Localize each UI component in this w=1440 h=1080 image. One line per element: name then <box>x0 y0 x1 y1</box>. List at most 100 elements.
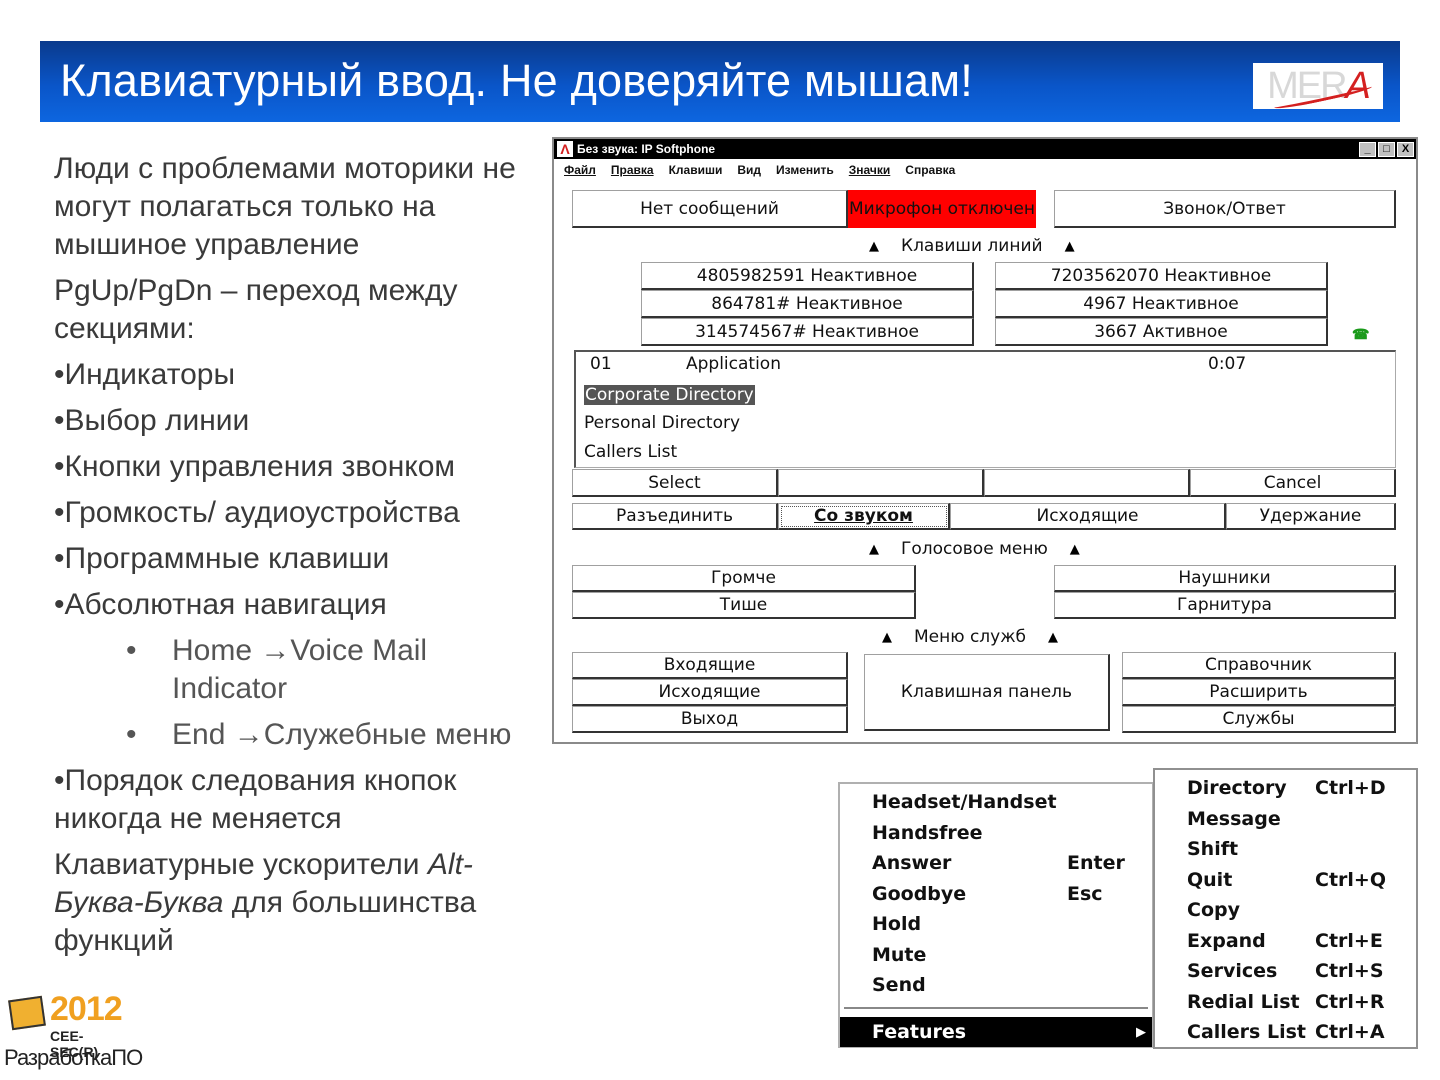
up-arrow-icon: ▲ <box>1064 238 1075 254</box>
app-icon: Λ <box>557 141 573 157</box>
close-button[interactable]: X <box>1397 141 1414 157</box>
conference-logo: 2012 CEE-SEC(R) РазработкаПО <box>4 990 143 1075</box>
chair-icon <box>8 995 46 1031</box>
sub-bullet-home: • Home →Voice Mail Indicator <box>126 634 428 705</box>
paragraph-pgup: PgUp/PgDn – переход между секциями: <box>54 274 458 345</box>
menu-item-handsfree[interactable]: Handsfree <box>872 818 983 848</box>
submenu-arrow-icon: ▶ <box>1136 1024 1146 1040</box>
mera-logo: MERA <box>1253 63 1383 112</box>
display-item[interactable]: Callers List <box>584 442 677 462</box>
services-button[interactable]: Службы <box>1122 706 1396 733</box>
incoming-button[interactable]: Входящие <box>572 652 848 679</box>
conference-subtitle: РазработкаПО <box>4 1045 143 1070</box>
context-menu: Headset/Handset Handsfree Answer Enter Go… <box>838 782 1154 1048</box>
keypad-button[interactable]: Клавишная панель <box>864 654 1110 731</box>
menu-change[interactable]: Изменить <box>776 163 834 177</box>
menu-item-send[interactable]: Send <box>872 970 926 1000</box>
menu-item-directory[interactable]: Directory Ctrl+D <box>1187 773 1386 803</box>
minimize-button[interactable]: _ <box>1359 141 1376 157</box>
headphones-button[interactable]: Наушники <box>1054 565 1396 592</box>
softphone-window: Λ Без звука: IP Softphone _ □ X Файл Пра… <box>552 137 1418 744</box>
line-key[interactable]: 314574567# Неактивное <box>641 318 974 346</box>
messages-indicator[interactable]: Нет сообщений <box>572 190 848 228</box>
line-key[interactable]: 4967 Неактивное <box>995 290 1328 318</box>
menu-item-quit[interactable]: Quit Ctrl+Q <box>1187 865 1386 895</box>
bullet-call-buttons: •Кнопки управления звонком <box>54 450 456 483</box>
menu-item-features[interactable]: Features ▶ <box>840 1017 1152 1047</box>
bullet-volume: •Громкость/ аудиоустройства <box>54 496 460 529</box>
bullet-softkeys: •Программные клавиши <box>54 542 390 575</box>
menu-item-mute[interactable]: Mute <box>872 940 926 970</box>
softkey-select[interactable]: Select <box>572 469 778 497</box>
services-menu-header: ▲ Меню служб ▲ <box>882 627 1059 647</box>
softkey-cancel[interactable]: Cancel <box>1190 469 1396 497</box>
title-banner: Клавиатурный ввод. Не доверяйте мышам! M… <box>40 41 1400 122</box>
menu-item-message[interactable]: Message <box>1187 804 1281 834</box>
slide-body: Люди с проблемами моторики не могут пола… <box>54 150 534 968</box>
menu-item-callers-list[interactable]: Callers List Ctrl+A <box>1187 1017 1385 1047</box>
bullet-order: •Порядок следования кнопок никогда не ме… <box>54 764 457 835</box>
line-key-active[interactable]: 3667 Активное <box>995 318 1328 346</box>
sub-bullet-end: • End →Служебные меню <box>126 718 512 751</box>
line-key[interactable]: 4805982591 Неактивное <box>641 262 974 290</box>
menu-view[interactable]: Вид <box>737 163 761 177</box>
up-arrow-icon: ▲ <box>1069 541 1080 557</box>
window-title: Без звука: IP Softphone <box>577 142 716 156</box>
bullet-indicators: •Индикаторы <box>54 358 236 391</box>
line-keys-header: ▲ Клавиши линий ▲ <box>869 236 1075 256</box>
menu-separator <box>844 1007 1148 1009</box>
disconnect-button[interactable]: Разъединить <box>572 503 778 530</box>
menu-item-answer[interactable]: Answer Enter <box>872 848 1125 878</box>
softkey-empty[interactable] <box>984 469 1190 497</box>
menu-item-copy[interactable]: Copy <box>1187 895 1240 925</box>
menu-item-headset-handset[interactable]: Headset/Handset <box>872 787 1057 817</box>
line-key[interactable]: 7203562070 Неактивное <box>995 262 1328 290</box>
headset-button[interactable]: Гарнитура <box>1054 592 1396 619</box>
menu-item-redial-list[interactable]: Redial List Ctrl+R <box>1187 987 1384 1017</box>
mic-muted-indicator[interactable]: Микрофон отключен <box>848 190 1036 228</box>
features-submenu: Directory Ctrl+D Message Shift Quit Ctrl+Q… <box>1153 768 1418 1049</box>
menu-icons[interactable]: Значки <box>849 163 891 177</box>
menu-item-goodbye[interactable]: Goodbye Esc <box>872 879 1103 909</box>
outgoing-log-button[interactable]: Исходящие <box>572 679 848 706</box>
bullet-abs-nav: •Абсолютная навигация <box>54 588 387 621</box>
voice-menu-header: ▲ Голосовое меню ▲ <box>869 539 1080 559</box>
menu-file[interactable]: Файл <box>564 163 596 177</box>
hold-button[interactable]: Удержание <box>1226 503 1396 530</box>
up-arrow-icon: ▲ <box>882 629 892 645</box>
volume-up-button[interactable]: Громче <box>572 565 916 592</box>
outgoing-button[interactable]: Исходящие <box>950 503 1226 530</box>
call-timer: 0:07 <box>1208 354 1247 374</box>
menu-bar: Файл Правка Клавиши Вид Изменить Значки … <box>554 159 1416 181</box>
line-number: 01 <box>590 354 612 374</box>
menu-keys[interactable]: Клавиши <box>669 163 723 177</box>
display-item[interactable]: Personal Directory <box>584 413 740 433</box>
application-label: Application <box>686 354 781 374</box>
menu-help[interactable]: Справка <box>905 163 955 177</box>
menu-item-hold[interactable]: Hold <box>872 909 921 939</box>
expand-button[interactable]: Расширить <box>1122 679 1396 706</box>
title-bar[interactable]: Λ Без звука: IP Softphone _ □ X <box>554 139 1416 159</box>
paragraph-accelerators: Клавиатурные ускорители Alt-Буква-Буква … <box>54 848 477 957</box>
softkey-empty[interactable] <box>778 469 984 497</box>
unmute-button[interactable]: Со звуком <box>778 503 950 530</box>
menu-item-expand[interactable]: Expand Ctrl+E <box>1187 926 1383 956</box>
menu-edit[interactable]: Правка <box>611 163 654 177</box>
call-display: 01 Application 0:07 Corporate Directory … <box>574 350 1396 468</box>
menu-item-shift[interactable]: Shift <box>1187 834 1238 864</box>
display-item-selected[interactable]: Corporate Directory <box>584 385 755 405</box>
phone-active-icon: ☎ <box>1352 326 1370 342</box>
volume-down-button[interactable]: Тише <box>572 592 916 619</box>
up-arrow-icon: ▲ <box>869 238 879 254</box>
exit-button[interactable]: Выход <box>572 706 848 733</box>
up-arrow-icon: ▲ <box>1048 629 1059 645</box>
directory-button[interactable]: Справочник <box>1122 652 1396 679</box>
slide-title: Клавиатурный ввод. Не доверяйте мышам! <box>60 55 974 106</box>
line-key[interactable]: 864781# Неактивное <box>641 290 974 318</box>
paragraph-motor: Люди с проблемами моторики не могут пола… <box>54 152 516 261</box>
bullet-line-select: •Выбор линии <box>54 404 250 437</box>
up-arrow-icon: ▲ <box>869 541 879 557</box>
menu-item-services[interactable]: Services Ctrl+S <box>1187 956 1384 986</box>
maximize-button[interactable]: □ <box>1378 141 1395 157</box>
call-answer-button[interactable]: Звонок/Ответ <box>1054 190 1396 228</box>
